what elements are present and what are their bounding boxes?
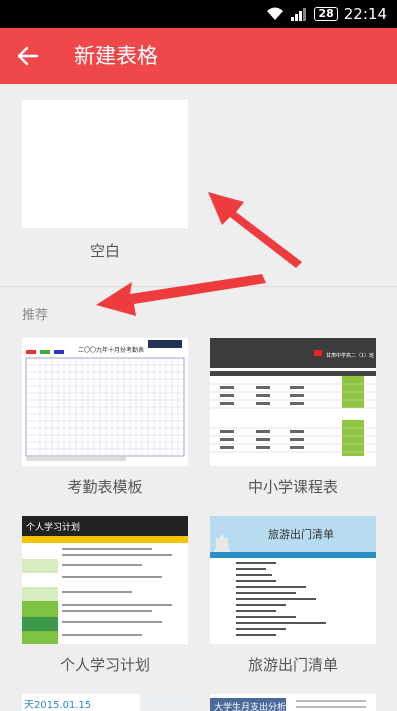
travel-checklist-template-card[interactable]: 旅游出门清单	[210, 516, 376, 644]
partial-preview-right: 大学生月支出分析	[210, 694, 376, 711]
signal-icon	[291, 8, 307, 21]
partial-template-card-right[interactable]: 大学生月支出分析	[210, 694, 376, 711]
attendance-template-card[interactable]: 二〇〇九年十月份考勤表	[22, 338, 188, 466]
blank-template-label: 空白	[89, 242, 120, 260]
travel-checklist-template-label: 旅游出门清单	[247, 656, 338, 674]
annotation-arrow-icon	[208, 192, 302, 268]
timetable-template-label: 中小学课程表	[247, 478, 338, 496]
partial-preview-right-title: 大学生月支出分析	[214, 701, 286, 711]
arrow-left-icon	[17, 46, 39, 66]
back-button[interactable]	[6, 34, 50, 78]
app-bar: 新建表格	[0, 28, 397, 84]
timetable-template-card[interactable]: 甘肃中学高二（1）班	[210, 338, 376, 466]
timetable-preview-title: 甘肃中学高二（1）班	[326, 352, 374, 359]
page-title: 新建表格	[74, 44, 158, 68]
partial-template-card-left[interactable]: 天2015.01.15	[22, 694, 188, 711]
timetable-preview: 甘肃中学高二（1）班	[210, 338, 376, 466]
battery-indicator: 28	[314, 7, 338, 21]
status-bar: 28 22:14	[0, 0, 397, 28]
clock: 22:14	[343, 5, 387, 23]
attendance-template-label: 考勤表模板	[67, 478, 143, 496]
annotation-arrow-icon	[96, 274, 266, 316]
travel-checklist-preview-title: 旅游出门清单	[268, 527, 334, 541]
study-plan-template-label: 个人学习计划	[59, 656, 150, 674]
blank-template-card[interactable]	[22, 100, 188, 228]
wifi-icon	[267, 7, 284, 20]
travel-checklist-preview: 旅游出门清单	[210, 516, 376, 644]
partial-preview-left-title: 天2015.01.15	[24, 700, 91, 711]
study-plan-preview-title: 个人学习计划	[26, 521, 80, 533]
divider	[0, 286, 397, 287]
attendance-preview-title: 二〇〇九年十月份考勤表	[78, 346, 144, 354]
template-list[interactable]: 空白 推荐 二〇〇九年十月份考勤表 考勤表模板 甘肃中学高二（1）班 中小学课程…	[0, 84, 397, 711]
attendance-preview: 二〇〇九年十月份考勤表	[22, 338, 188, 466]
study-plan-template-card[interactable]: 个人学习计划	[22, 516, 188, 644]
partial-preview-left: 天2015.01.15	[22, 694, 188, 711]
status-icons: 28 22:14	[266, 4, 387, 24]
study-plan-preview: 个人学习计划	[22, 516, 188, 644]
section-title-recommended: 推荐	[22, 308, 49, 323]
